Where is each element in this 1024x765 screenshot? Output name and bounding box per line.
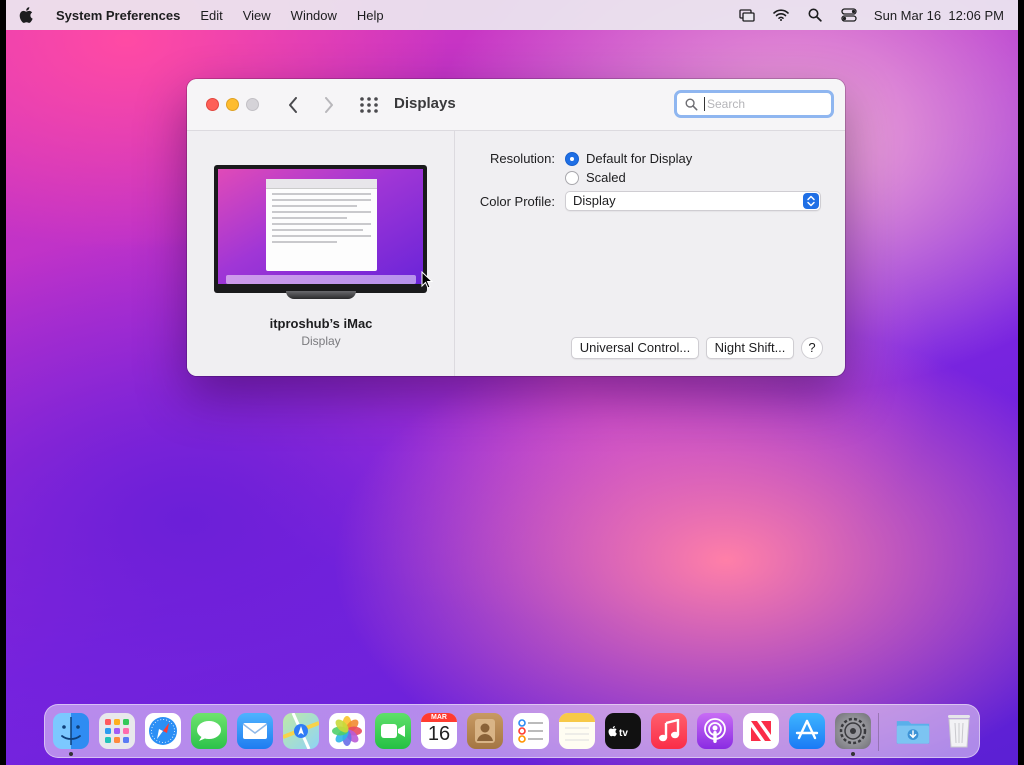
messages-icon[interactable] — [191, 713, 227, 749]
zoom-button[interactable] — [246, 98, 259, 111]
color-profile-label: Color Profile: — [479, 194, 555, 209]
menu-clock[interactable]: Sun Mar 16 12:06 PM — [874, 8, 1004, 23]
dock: MAR 16 tv — [44, 704, 980, 758]
chevron-left-icon — [289, 97, 297, 113]
photos-icon[interactable] — [329, 713, 365, 749]
resolution-label: Resolution: — [489, 151, 555, 166]
display-preview-pane: itproshub’s iMac Display — [187, 131, 455, 376]
window-title: Displays — [394, 95, 456, 112]
resolution-default-label[interactable]: Default for Display — [586, 151, 692, 166]
color-profile-select[interactable]: Display — [565, 191, 821, 211]
news-icon[interactable] — [743, 713, 779, 749]
menu-view[interactable]: View — [233, 8, 281, 23]
dock-separator — [878, 713, 879, 751]
resolution-default-radio[interactable] — [565, 152, 579, 166]
maps-icon[interactable] — [283, 713, 319, 749]
desktop: System Preferences Edit View Window Help… — [6, 0, 1018, 765]
menu-app-name[interactable]: System Preferences — [46, 8, 190, 23]
reminders-icon[interactable] — [513, 713, 549, 749]
app-store-icon[interactable] — [789, 713, 825, 749]
downloads-folder-icon[interactable] — [895, 713, 931, 749]
show-all-grid-icon[interactable] — [359, 96, 379, 114]
calendar-icon[interactable]: MAR 16 — [421, 713, 457, 749]
facetime-icon[interactable] — [375, 713, 411, 749]
displays-window: Displays itprosh — [187, 79, 845, 376]
back-button[interactable] — [283, 94, 303, 116]
minimize-button[interactable] — [226, 98, 239, 111]
wifi-icon[interactable] — [772, 8, 790, 22]
menu-help[interactable]: Help — [347, 8, 394, 23]
spotlight-search-icon[interactable] — [806, 8, 824, 22]
apple-tv-icon[interactable]: tv — [605, 713, 641, 749]
resolution-scaled-radio[interactable] — [565, 171, 579, 185]
color-profile-value: Display — [573, 193, 616, 208]
display-thumbnail[interactable] — [214, 165, 427, 299]
finder-running-indicator — [69, 752, 73, 756]
mouse-cursor-icon — [421, 271, 433, 289]
control-center-icon[interactable] — [840, 8, 858, 22]
trash-icon[interactable] — [941, 713, 977, 749]
menu-edit[interactable]: Edit — [190, 8, 232, 23]
launchpad-icon[interactable] — [99, 713, 135, 749]
resolution-scaled-label[interactable]: Scaled — [586, 170, 626, 185]
menu-window[interactable]: Window — [281, 8, 347, 23]
display-type: Display — [301, 334, 341, 348]
universal-control-button[interactable]: Universal Control... — [571, 337, 699, 359]
display-settings-pane: Resolution: Default for Display Scaled C… — [455, 131, 845, 376]
system-preferences-running-indicator — [851, 752, 855, 756]
night-shift-button[interactable]: Night Shift... — [706, 337, 794, 359]
forward-button[interactable] — [319, 94, 339, 116]
calendar-day: 16 — [427, 723, 451, 745]
search-input[interactable] — [704, 97, 814, 111]
podcasts-icon[interactable] — [697, 713, 733, 749]
close-button[interactable] — [206, 98, 219, 111]
music-icon[interactable] — [651, 713, 687, 749]
title-bar: Displays — [187, 79, 845, 131]
notes-icon[interactable] — [559, 713, 595, 749]
contacts-icon[interactable] — [467, 713, 503, 749]
system-preferences-icon[interactable] — [835, 713, 871, 749]
menu-bar: System Preferences Edit View Window Help… — [6, 0, 1018, 30]
apple-menu-icon[interactable] — [6, 7, 46, 23]
chevron-up-down-icon — [803, 193, 819, 209]
finder-icon[interactable] — [53, 713, 89, 749]
safari-icon[interactable] — [145, 713, 181, 749]
search-field[interactable] — [674, 90, 834, 118]
calendar-month: MAR — [421, 713, 457, 722]
svg-text:tv: tv — [619, 728, 628, 739]
display-name: itproshub’s iMac — [269, 316, 373, 331]
chevron-right-icon — [325, 97, 333, 113]
screen-mirroring-icon[interactable] — [738, 8, 756, 22]
mail-icon[interactable] — [237, 713, 273, 749]
help-button[interactable]: ? — [801, 337, 823, 359]
search-icon — [685, 98, 698, 110]
